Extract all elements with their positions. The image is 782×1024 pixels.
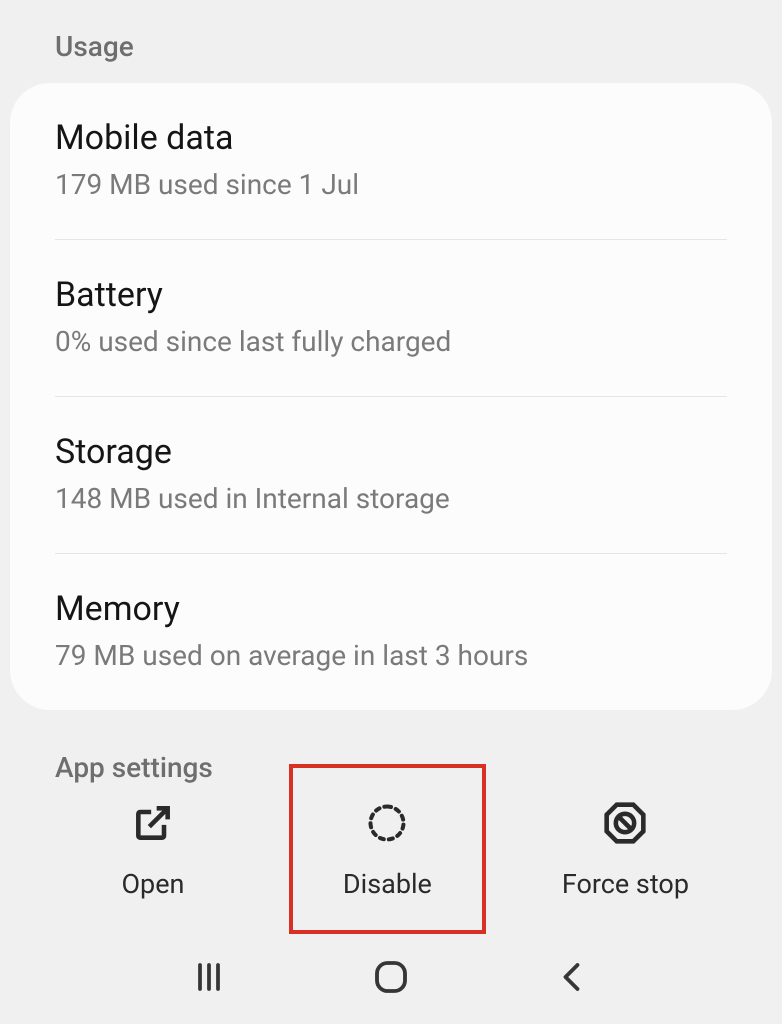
storage-subtitle: 148 MB used in Internal storage bbox=[55, 482, 727, 515]
battery-item[interactable]: Battery 0% used since last fully charged bbox=[55, 240, 727, 397]
memory-item[interactable]: Memory 79 MB used on average in last 3 h… bbox=[55, 554, 727, 710]
disable-icon bbox=[362, 798, 412, 848]
mobile-data-title: Mobile data bbox=[55, 118, 727, 158]
back-nav-button[interactable] bbox=[555, 959, 591, 999]
storage-title: Storage bbox=[55, 432, 727, 472]
open-button[interactable]: Open bbox=[63, 778, 243, 920]
disable-label: Disable bbox=[343, 868, 432, 900]
usage-card: Mobile data 179 MB used since 1 Jul Batt… bbox=[10, 83, 772, 710]
mobile-data-item[interactable]: Mobile data 179 MB used since 1 Jul bbox=[55, 83, 727, 240]
force-stop-icon bbox=[600, 798, 650, 848]
memory-title: Memory bbox=[55, 589, 727, 629]
force-stop-label: Force stop bbox=[562, 868, 689, 900]
disable-button[interactable]: Disable bbox=[289, 764, 486, 934]
battery-subtitle: 0% used since last fully charged bbox=[55, 325, 727, 358]
bottom-action-bar: Open Disable Force stop bbox=[0, 764, 782, 934]
battery-title: Battery bbox=[55, 275, 727, 315]
home-nav-button[interactable] bbox=[370, 956, 412, 1002]
storage-item[interactable]: Storage 148 MB used in Internal storage bbox=[55, 397, 727, 554]
open-label: Open bbox=[121, 868, 184, 900]
navigation-bar bbox=[0, 934, 782, 1024]
open-icon bbox=[128, 798, 178, 848]
recents-nav-button[interactable] bbox=[191, 959, 227, 999]
force-stop-button[interactable]: Force stop bbox=[532, 778, 719, 920]
mobile-data-subtitle: 179 MB used since 1 Jul bbox=[55, 168, 727, 201]
usage-section-header: Usage bbox=[0, 0, 782, 83]
memory-subtitle: 79 MB used on average in last 3 hours bbox=[55, 639, 727, 672]
